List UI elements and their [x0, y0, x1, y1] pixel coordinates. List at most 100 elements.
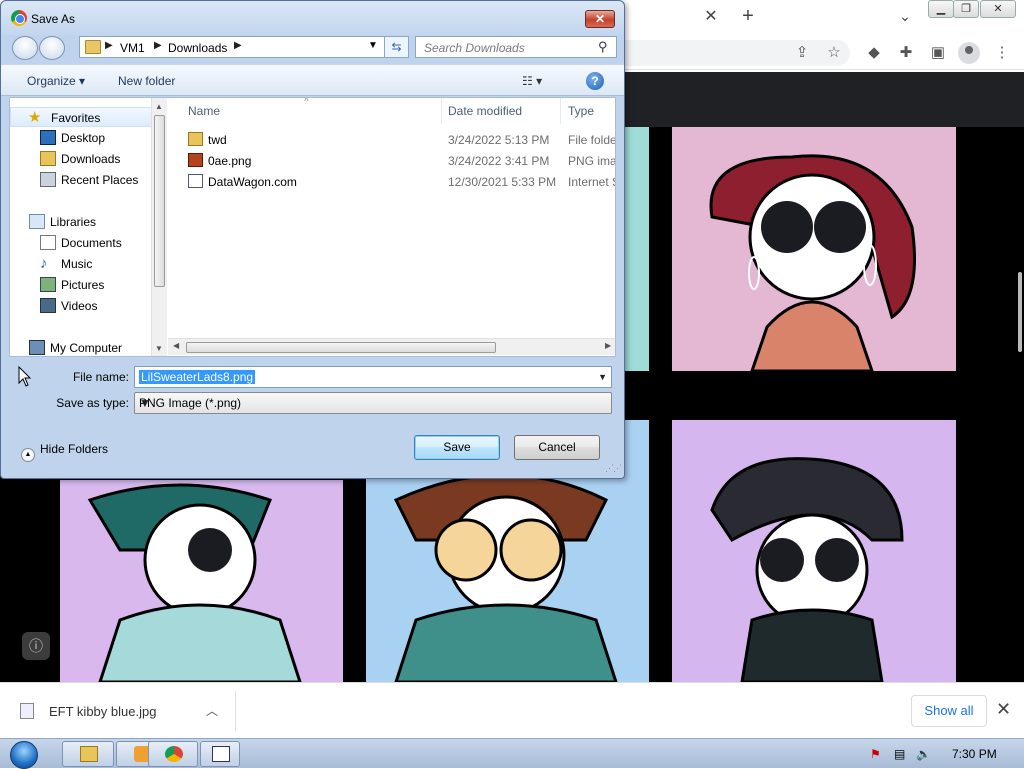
breadcrumb-downloads[interactable]: Downloads [168, 41, 227, 55]
nav-item-my-computer[interactable]: My Computer [10, 338, 152, 356]
page-scrollbar[interactable] [1018, 272, 1022, 352]
taskbar-chrome[interactable] [148, 741, 198, 767]
action-center-flag-icon[interactable]: ⚑ [870, 747, 884, 761]
nav-scrollbar[interactable]: ▲ ▼ [151, 98, 167, 356]
organize-button[interactable]: Organize ▾ [27, 74, 85, 88]
forward-button[interactable] [39, 36, 65, 60]
navigation-pane: ★ Favorites Desktop Downloads Recent Pla… [10, 98, 168, 356]
nav-item-pictures[interactable]: Pictures [10, 275, 152, 295]
star-icon: ★ [28, 109, 42, 126]
breadcrumb-arrow-icon[interactable]: ▶ [154, 40, 162, 51]
file-name-input[interactable]: LilSweaterLads8.png [139, 370, 256, 384]
side-panel-icon[interactable]: ▣ [928, 43, 948, 63]
scroll-right-icon[interactable]: ▶ [605, 341, 611, 350]
nav-item-libraries[interactable]: Libraries [10, 212, 152, 232]
dialog-titlebar[interactable]: Save As ✕ [1, 1, 624, 35]
file-list-hscrollbar[interactable]: ◀ ▶ [168, 338, 615, 355]
tab-close-icon[interactable]: ✕ [702, 8, 720, 26]
nav-label: Favorites [51, 111, 101, 125]
download-item[interactable]: EFT kibby blue.jpg ︿ [10, 691, 236, 731]
back-button[interactable] [12, 36, 38, 60]
menu-kebab-icon[interactable]: ⋮ [992, 43, 1012, 63]
nav-label: Music [61, 257, 93, 271]
clock[interactable]: 7:30 PM [952, 747, 997, 761]
column-type[interactable]: Type [560, 98, 615, 124]
cancel-button[interactable]: Cancel [514, 435, 600, 460]
save-button[interactable]: Save [414, 435, 500, 460]
taskbar-app[interactable] [200, 741, 240, 767]
column-label: Name [188, 104, 221, 118]
nav-item-documents[interactable]: Documents [10, 233, 152, 253]
file-row[interactable]: 0ae.png 3/24/2022 3:41 PM PNG image [168, 150, 615, 171]
file-row[interactable]: twd 3/24/2022 5:13 PM File folder [168, 129, 615, 150]
chrome-icon [165, 746, 183, 762]
volume-icon[interactable]: 🔈 [916, 747, 931, 761]
search-icon[interactable]: ⚲ [598, 39, 608, 55]
navigation-row: ▶ VM1 ▶ Downloads ▶ ▼ ⇆ Search Downloads… [1, 35, 624, 61]
search-input[interactable]: Search Downloads [424, 41, 525, 55]
file-type: File folder [568, 133, 615, 147]
download-file-name: EFT kibby blue.jpg [49, 704, 157, 719]
image-file-icon [20, 703, 34, 719]
taskbar-explorer[interactable] [62, 741, 114, 767]
nav-item-recent-places[interactable]: Recent Places [10, 170, 152, 190]
tab-search-chevron-icon[interactable]: ⌄ [896, 8, 914, 26]
refresh-icon[interactable]: ⇆ [384, 36, 409, 58]
scroll-down-icon[interactable]: ▼ [155, 344, 163, 353]
dialog-close-button[interactable]: ✕ [585, 10, 615, 28]
breadcrumb-vm1[interactable]: VM1 [120, 41, 145, 55]
nav-item-videos[interactable]: Videos [10, 296, 152, 316]
mouse-cursor-icon [18, 366, 32, 387]
share-icon[interactable]: ⇪ [792, 43, 812, 63]
desktop-icon [40, 130, 56, 145]
bookmark-star-icon[interactable]: ☆ [824, 43, 844, 63]
nav-item-downloads[interactable]: Downloads [10, 149, 152, 169]
chevron-down-icon[interactable]: ▼ [139, 396, 607, 410]
file-type: Internet Shortcut [568, 175, 615, 189]
start-button[interactable] [4, 739, 46, 769]
view-options-icon[interactable]: ☷ ▾ [522, 74, 542, 88]
show-all-button[interactable]: Show all [911, 695, 987, 727]
scroll-left-icon[interactable]: ◀ [173, 341, 179, 350]
nav-item-music[interactable]: ♪ Music [10, 254, 152, 274]
help-icon[interactable]: ? [586, 72, 604, 90]
window-close-icon[interactable]: ✕ [980, 0, 1016, 18]
address-bar[interactable] [620, 40, 850, 66]
file-row[interactable]: DataWagon.com 12/30/2021 5:33 PM Interne… [168, 171, 615, 192]
save-as-dialog: Save As ✕ ▶ VM1 ▶ Downloads ▶ ▼ ⇆ Search… [0, 0, 625, 479]
hide-folders-toggle[interactable]: ▲ Hide Folders [21, 442, 108, 462]
file-date: 3/24/2022 3:41 PM [448, 154, 550, 168]
save-as-type-select[interactable]: PNG Image (*.png) ▼ [134, 392, 612, 414]
search-box[interactable]: Search Downloads ⚲ [415, 36, 617, 58]
column-name[interactable]: Name [180, 98, 442, 124]
scroll-thumb[interactable] [186, 342, 496, 353]
scroll-thumb[interactable] [154, 115, 165, 287]
dialog-title: Save As [31, 12, 76, 26]
extensions-puzzle-icon[interactable]: ✚ [896, 43, 916, 63]
minimize-icon[interactable]: ▁ [928, 0, 954, 18]
close-icon[interactable]: ✕ [996, 699, 1011, 720]
new-tab-icon[interactable]: + [738, 6, 758, 26]
breadcrumb-arrow-icon[interactable]: ▶ [234, 40, 242, 51]
new-folder-button[interactable]: New folder [118, 74, 175, 88]
nav-item-favorites[interactable]: ★ Favorites [10, 107, 152, 127]
file-name: DataWagon.com [208, 175, 297, 189]
info-icon[interactable]: ⓘ [22, 632, 50, 660]
column-date-modified[interactable]: Date modified [440, 98, 561, 124]
breadcrumb[interactable]: ▶ VM1 ▶ Downloads ▶ ▼ [79, 36, 409, 58]
scroll-up-icon[interactable]: ▲ [155, 102, 163, 111]
chevron-up-icon[interactable]: ︿ [206, 702, 218, 719]
file-name-field[interactable]: LilSweaterLads8.png ▼ [134, 366, 612, 388]
breadcrumb-arrow-icon[interactable]: ▶ [105, 40, 113, 51]
nav-item-desktop[interactable]: Desktop [10, 128, 152, 148]
chevron-down-icon[interactable]: ▼ [598, 372, 607, 382]
profile-avatar[interactable] [958, 42, 980, 64]
maximize-icon[interactable]: ❐ [953, 0, 979, 18]
art-panel-teal [622, 127, 649, 371]
extension-hat-icon[interactable]: ◆ [864, 43, 884, 63]
network-icon[interactable]: ▤ [894, 747, 908, 761]
libraries-icon [29, 214, 45, 229]
resize-grip-icon[interactable]: ⋰⋰ [605, 463, 622, 474]
chevron-down-icon[interactable]: ▼ [368, 40, 378, 51]
system-tray: ⚑ ▤ 🔈 [860, 739, 1024, 769]
